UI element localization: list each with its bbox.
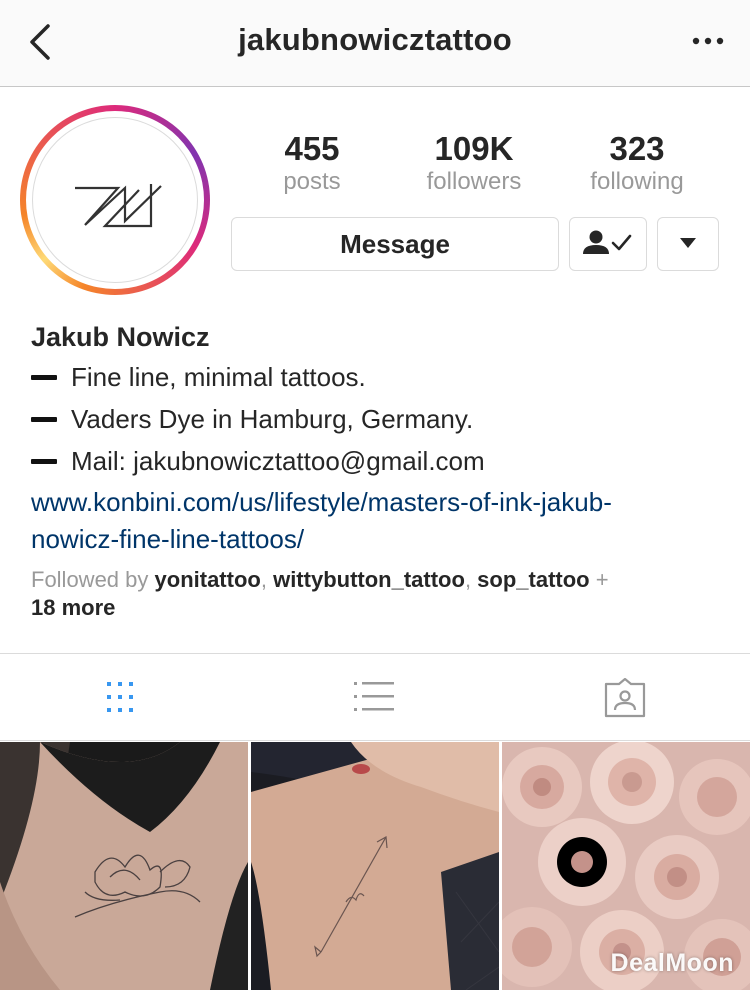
stat-following-label: following bbox=[590, 168, 684, 195]
message-button[interactable]: Message bbox=[231, 217, 559, 271]
bio-line-text: Fine line, minimal tattoos. bbox=[71, 362, 366, 392]
avatar-frame bbox=[26, 111, 204, 289]
stat-followers-label: followers bbox=[426, 168, 522, 195]
triangle-down-icon bbox=[680, 238, 696, 248]
following-check-icon bbox=[583, 230, 632, 254]
followed-separator: , bbox=[260, 567, 274, 592]
followed-user[interactable]: wittybutton_tattoo bbox=[273, 567, 465, 592]
watermark-text: DealMoon bbox=[610, 949, 734, 977]
top-nav-bar: jakubnowicztattoo bbox=[0, 0, 750, 87]
more-dots-icon bbox=[692, 37, 724, 45]
stat-followers[interactable]: 109K followers bbox=[394, 130, 554, 196]
post-thumbnail[interactable]: DealMoon bbox=[502, 742, 750, 990]
followed-plus: + bbox=[589, 567, 609, 592]
profile-username-title: jakubnowicztattoo bbox=[238, 22, 512, 57]
avatar bbox=[32, 117, 198, 283]
followed-user[interactable]: sop_tattoo bbox=[477, 567, 589, 592]
stat-posts-value: 455 bbox=[284, 130, 340, 167]
post-thumbnail[interactable] bbox=[251, 742, 499, 990]
story-ring[interactable] bbox=[20, 105, 210, 295]
bio-line-text: Mail: jakubnowicztattoo@gmail.com bbox=[71, 446, 485, 476]
stat-following-value: 323 bbox=[609, 130, 665, 167]
bio-line: Mail: jakubnowicztattoo@gmail.com bbox=[31, 440, 731, 482]
dash-icon bbox=[31, 416, 57, 422]
tagged-icon bbox=[604, 677, 646, 718]
list-icon bbox=[354, 682, 394, 711]
tattoo-arm-photo bbox=[251, 742, 499, 990]
following-button[interactable] bbox=[569, 217, 647, 271]
grid-icon bbox=[107, 682, 133, 712]
bio-link-line2[interactable]: nowicz-fine-line-tattoos/ bbox=[31, 524, 304, 554]
followed-separator: , bbox=[464, 567, 478, 592]
tab-tagged[interactable] bbox=[600, 677, 650, 718]
photo-grid: DealMoon bbox=[0, 742, 750, 990]
followed-more[interactable]: 18 more bbox=[31, 595, 115, 620]
post-thumbnail[interactable] bbox=[0, 742, 248, 990]
full-name: Jakub Nowicz bbox=[31, 322, 210, 352]
bio-line: Fine line, minimal tattoos. bbox=[31, 356, 731, 398]
suggested-dropdown-button[interactable] bbox=[657, 217, 719, 271]
followed-by[interactable]: Followed by yonitattoo, wittybutton_tatt… bbox=[31, 566, 731, 622]
bio-line-text: Vaders Dye in Hamburg, Germany. bbox=[71, 404, 474, 434]
stat-posts[interactable]: 455 posts bbox=[232, 130, 392, 196]
dash-icon bbox=[31, 374, 57, 380]
followed-by-prefix: Followed by bbox=[31, 567, 155, 592]
dash-icon bbox=[31, 458, 57, 464]
profile-tabs bbox=[0, 653, 750, 741]
stat-posts-label: posts bbox=[283, 168, 341, 195]
tattoo-thigh-photo bbox=[0, 742, 248, 990]
stat-following[interactable]: 323 following bbox=[557, 130, 717, 196]
more-options-button[interactable] bbox=[688, 26, 728, 56]
tab-list[interactable] bbox=[350, 678, 400, 718]
profile-bio: Jakub Nowicz Fine line, minimal tattoos.… bbox=[31, 318, 731, 622]
bio-line: Vaders Dye in Hamburg, Germany. bbox=[31, 398, 731, 440]
stat-followers-value: 109K bbox=[434, 130, 514, 167]
jn-logo-icon bbox=[75, 184, 162, 228]
tab-grid[interactable] bbox=[100, 678, 150, 718]
followed-user[interactable]: yonitattoo bbox=[155, 567, 261, 592]
bio-link-line1[interactable]: www.konbini.com/us/lifestyle/masters-of-… bbox=[31, 487, 612, 517]
bio-website-link[interactable]: www.konbini.com/us/lifestyle/masters-of-… bbox=[31, 484, 731, 558]
